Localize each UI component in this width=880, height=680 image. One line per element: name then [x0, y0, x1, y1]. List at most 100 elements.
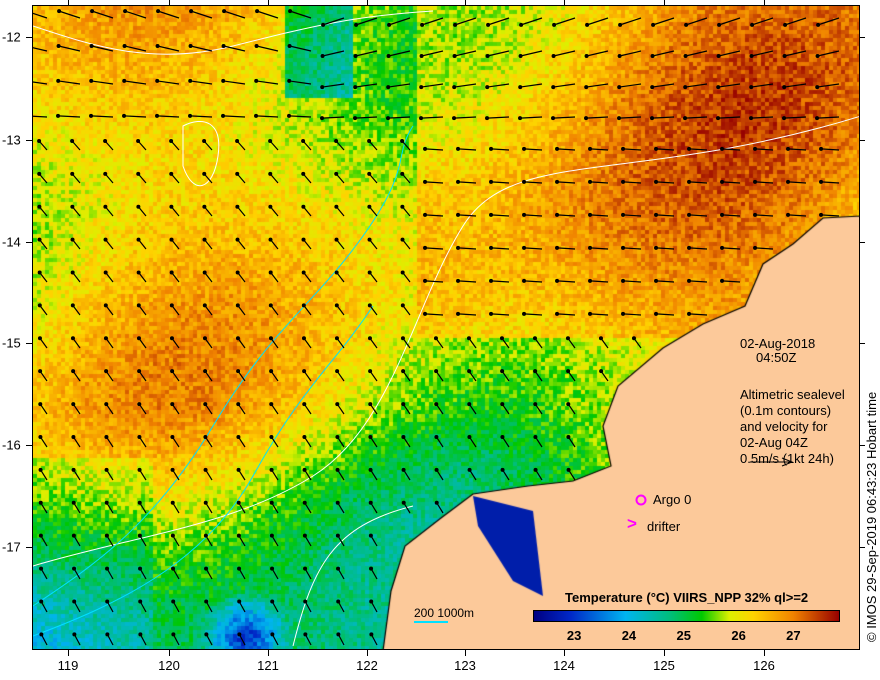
velocity-arrow-head: [334, 336, 339, 341]
velocity-arrow: [817, 83, 840, 88]
velocity-arrow: [289, 80, 312, 85]
velocity-arrow-head: [716, 85, 721, 90]
velocity-arrow-head: [720, 146, 725, 151]
velocity-arrow-head: [500, 434, 505, 439]
velocity-arrow-head: [303, 599, 308, 604]
velocity-arrow-head: [522, 245, 527, 250]
velocity-arrow-head: [720, 212, 725, 217]
velocity-arrow: [787, 181, 807, 184]
velocity-arrow-head: [105, 599, 110, 604]
velocity-arrow: [523, 148, 543, 151]
velocity-arrow: [784, 17, 807, 26]
sealevel-line: Altimetric sealevel: [740, 387, 845, 402]
velocity-arrow-head: [287, 44, 292, 49]
velocity-arrow: [754, 214, 774, 217]
velocity-arrow-head: [169, 270, 174, 275]
velocity-arrow-head: [136, 171, 141, 176]
velocity-arrow-head: [782, 85, 787, 90]
velocity-arrow: [589, 247, 609, 250]
velocity-arrow-head: [235, 270, 240, 275]
velocity-arrow-head: [38, 434, 43, 439]
velocity-arrow: [655, 247, 675, 250]
velocity-arrow-head: [522, 146, 527, 151]
velocity-arrow-head: [588, 278, 593, 283]
map-overlay: [33, 9, 859, 647]
velocity-arrow-head: [137, 500, 142, 505]
axis-tick: [169, 650, 170, 656]
lon-tick-label: 122: [356, 658, 378, 673]
velocity-arrow: [90, 115, 114, 118]
velocity-arrow: [655, 214, 675, 217]
velocity-arrow-head: [336, 566, 341, 571]
velocity-arrow-head: [555, 278, 560, 283]
velocity-arrow-head: [169, 171, 174, 176]
velocity-arrow-head: [401, 500, 406, 505]
velocity-arrow-head: [566, 369, 571, 374]
velocity-arrow-head: [268, 336, 273, 341]
velocity-arrow: [519, 116, 543, 119]
axis-tick: [26, 37, 32, 38]
velocity-arrow-head: [37, 270, 42, 275]
velocity-arrow-head: [423, 311, 428, 316]
velocity-arrow-head: [584, 53, 589, 58]
velocity-arrow-head: [368, 533, 373, 538]
velocity-arrow-head: [551, 116, 556, 121]
velocity-arrow-head: [270, 566, 275, 571]
velocity-arrow-head: [368, 402, 373, 407]
velocity-arrow-head: [434, 434, 439, 439]
velocity-arrow: [256, 80, 279, 85]
velocity-arrow-head: [235, 336, 240, 341]
velocity-arrow-head: [39, 566, 44, 571]
velocity-arrow: [490, 214, 510, 217]
colorbar: [533, 610, 840, 622]
velocity-arrow-head: [749, 53, 754, 58]
velocity-arrow-head: [302, 500, 307, 505]
lon-tick-label: 125: [653, 658, 675, 673]
axis-tick: [564, 0, 565, 5]
velocity-arrow-head: [433, 336, 438, 341]
velocity-arrow-head: [268, 171, 273, 176]
velocity-arrow: [520, 50, 543, 57]
velocity-arrow-head: [203, 500, 208, 505]
axis-tick: [26, 445, 32, 446]
velocity-arrow: [424, 214, 444, 217]
velocity-arrow-head: [202, 138, 207, 143]
velocity-arrow: [354, 116, 378, 119]
velocity-arrow-head: [621, 179, 626, 184]
velocity-arrow-head: [786, 146, 791, 151]
colorbar-tick-label: 25: [676, 628, 691, 643]
lat-tick-label: -16: [2, 437, 21, 453]
velocity-arrow-head: [72, 599, 77, 604]
velocity-arrow: [420, 116, 444, 119]
velocity-arrow-head: [188, 113, 193, 118]
velocity-arrow-head: [136, 138, 141, 143]
velocity-arrow-head: [103, 204, 108, 209]
velocity-arrow-head: [749, 85, 754, 90]
velocity-arrow: [520, 17, 543, 26]
velocity-arrow: [33, 12, 48, 19]
velocity-arrow-head: [38, 402, 43, 407]
velocity-arrow-head: [270, 599, 275, 604]
velocity-arrow-head: [335, 402, 340, 407]
time-label: 04:50Z: [756, 350, 797, 365]
velocity-arrow: [190, 80, 213, 85]
velocity-arrow-head: [452, 116, 457, 121]
velocity-arrow-head: [519, 22, 524, 27]
velocity-arrow-head: [203, 402, 208, 407]
velocity-arrow-head: [650, 53, 655, 58]
velocity-arrow: [424, 313, 444, 316]
velocity-arrow-head: [123, 9, 128, 14]
velocity-arrow-head: [204, 632, 209, 637]
velocity-arrow-head: [617, 53, 622, 58]
velocity-arrow-head: [202, 270, 207, 275]
velocity-arrow: [784, 50, 807, 57]
velocity-arrow-head: [71, 467, 76, 472]
velocity-arrow: [754, 181, 774, 184]
velocity-arrow-head: [621, 212, 626, 217]
lon-tick-label: 123: [454, 658, 476, 673]
velocity-arrow: [820, 148, 840, 151]
velocity-arrow-head: [500, 369, 505, 374]
velocity-arrow: [787, 214, 807, 217]
velocity-arrow: [586, 50, 609, 57]
lon-tick-label: 126: [753, 658, 775, 673]
